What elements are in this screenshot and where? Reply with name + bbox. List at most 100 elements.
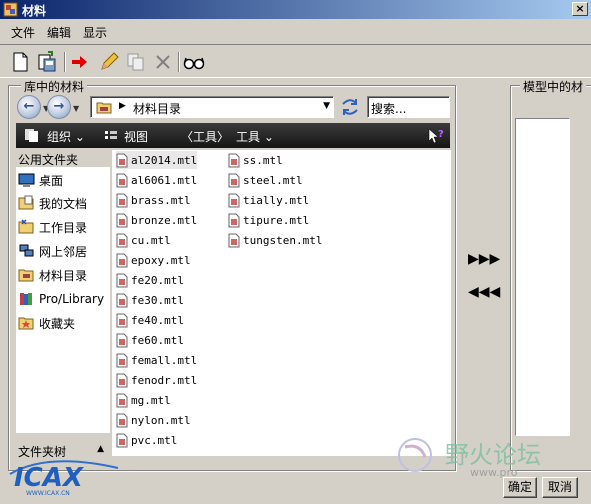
file-name: bronze.mtl — [131, 213, 198, 227]
copy-icon[interactable] — [124, 50, 148, 74]
open-icon[interactable] — [35, 50, 59, 74]
file-name: tipure.mtl — [243, 213, 310, 227]
folder-pro-library[interactable]: Pro/Library — [18, 289, 104, 309]
folder-working-directory[interactable]: 工作目录 — [18, 217, 87, 237]
file-name: mg.mtl — [131, 393, 171, 407]
file-name: pvc.mtl — [131, 433, 178, 447]
file-name: ss.mtl — [243, 153, 283, 167]
refresh-icon[interactable] — [338, 96, 362, 118]
help-icon[interactable]: ? — [427, 127, 445, 144]
icax-logo: ICAX WWW.ICAX.CN — [9, 460, 119, 497]
views-button[interactable]: 视图 — [124, 128, 148, 145]
file-item[interactable]: nylon.mtl — [116, 411, 191, 429]
toolbar — [0, 44, 591, 78]
file-name: al2014.mtl — [131, 153, 198, 167]
cancel-button[interactable]: 取消 — [542, 477, 578, 498]
folder-my-documents[interactable]: 我的文档 — [18, 193, 87, 213]
add-to-model-button[interactable]: ▶▶▶ — [468, 251, 500, 267]
material-folder-icon — [18, 269, 34, 282]
mtl-file-icon — [116, 333, 128, 347]
ok-button[interactable]: 确定 — [503, 477, 537, 498]
yehuo-logo-text: 野火论坛 — [445, 441, 541, 469]
file-item[interactable]: epoxy.mtl — [116, 251, 191, 269]
address-path: 材料目录 — [133, 102, 182, 116]
close-button[interactable]: × — [572, 2, 588, 16]
mtl-file-icon — [228, 193, 240, 207]
edit-pencil-icon[interactable] — [97, 50, 121, 74]
svg-text:?: ? — [438, 129, 444, 140]
file-item[interactable]: tially.mtl — [228, 191, 309, 209]
file-item[interactable]: fe30.mtl — [116, 291, 184, 309]
file-name: fe20.mtl — [131, 273, 184, 287]
file-item[interactable]: bronze.mtl — [116, 211, 197, 229]
search-input[interactable]: 搜索... — [367, 96, 450, 118]
file-item[interactable]: mg.mtl — [116, 391, 171, 409]
menu-file[interactable]: 文件 — [11, 24, 35, 41]
file-name: al6061.mtl — [131, 173, 198, 187]
file-name: nylon.mtl — [131, 413, 191, 427]
file-name: tially.mtl — [243, 193, 310, 207]
back-button[interactable]: ← — [17, 95, 41, 119]
folder-favorites[interactable]: 收藏夹 — [18, 313, 75, 333]
mtl-file-icon — [116, 153, 128, 167]
file-name: tungsten.mtl — [243, 233, 323, 247]
close-icon: × — [575, 2, 585, 15]
window-title: 材料 — [22, 4, 47, 18]
mtl-file-icon — [228, 233, 240, 247]
mtl-file-icon — [116, 413, 128, 427]
file-item[interactable]: ss.mtl — [228, 151, 283, 169]
file-name: steel.mtl — [243, 173, 303, 187]
folder-material-directory[interactable]: 材料目录 — [18, 265, 87, 285]
mtl-file-icon — [116, 173, 128, 187]
file-item[interactable]: fe40.mtl — [116, 311, 184, 329]
file-item[interactable]: al6061.mtl — [116, 171, 197, 189]
folder-icon — [96, 102, 112, 114]
file-item[interactable]: tipure.mtl — [228, 211, 309, 229]
new-icon[interactable] — [8, 50, 32, 74]
remove-from-model-button[interactable]: ◀◀◀ — [468, 284, 500, 300]
file-item[interactable]: cu.mtl — [116, 231, 171, 249]
title-bar: 材料 × — [0, 0, 591, 19]
forward-dropdown-icon[interactable]: ▼ — [73, 104, 79, 113]
model-group-label: 模型中的材 — [520, 78, 587, 95]
icax-logo-url: WWW.ICAX.CN — [26, 490, 70, 497]
file-item[interactable]: steel.mtl — [228, 171, 303, 189]
mtl-file-icon — [116, 393, 128, 407]
file-name: femall.mtl — [131, 353, 198, 367]
network-icon — [19, 244, 34, 257]
common-folders-header: 公用文件夹 — [18, 153, 79, 167]
back-arrow-icon: ← — [23, 99, 35, 114]
address-dropdown-icon[interactable]: ▼ — [323, 101, 330, 111]
materials-app-icon — [3, 2, 18, 17]
glasses-icon[interactable] — [182, 50, 206, 74]
menu-view[interactable]: 显示 — [83, 24, 107, 41]
file-item[interactable]: al2014.mtl — [116, 151, 198, 169]
file-item[interactable]: femall.mtl — [116, 351, 197, 369]
file-item[interactable]: brass.mtl — [116, 191, 191, 209]
pro-library-icon — [20, 293, 32, 305]
file-name: fe40.mtl — [131, 313, 184, 327]
folder-desktop[interactable]: 桌面 — [18, 170, 63, 190]
desktop-icon — [18, 173, 35, 187]
model-materials-list[interactable] — [515, 118, 570, 436]
file-item[interactable]: fe20.mtl — [116, 271, 184, 289]
forward-button[interactable]: → — [47, 95, 71, 119]
path-separator-icon: ▶ — [119, 101, 126, 111]
menu-edit[interactable]: 编辑 — [47, 24, 71, 41]
file-list: al2014.mtl al6061.mtl brass.mtl bronze.mtl c… — [112, 150, 451, 456]
folder-network[interactable]: 网上邻居 — [18, 241, 87, 261]
my-documents-icon — [18, 195, 34, 210]
mtl-file-icon — [116, 213, 128, 227]
organize-button[interactable]: 组织 ⌄ — [47, 128, 85, 145]
file-item[interactable]: fe60.mtl — [116, 331, 184, 349]
delete-icon[interactable] — [151, 50, 175, 74]
file-name: cu.mtl — [131, 233, 171, 247]
mtl-file-icon — [116, 273, 128, 287]
file-item[interactable]: pvc.mtl — [116, 431, 177, 449]
mtl-file-icon — [116, 373, 128, 387]
file-item[interactable]: tungsten.mtl — [228, 231, 322, 249]
address-bar[interactable]: ▶ 材料目录 ▼ — [90, 96, 334, 118]
file-item[interactable]: fenodr.mtl — [116, 371, 197, 389]
tools-button[interactable]: 工具 ⌄ — [236, 128, 274, 145]
assign-arrow-icon[interactable] — [68, 50, 92, 74]
